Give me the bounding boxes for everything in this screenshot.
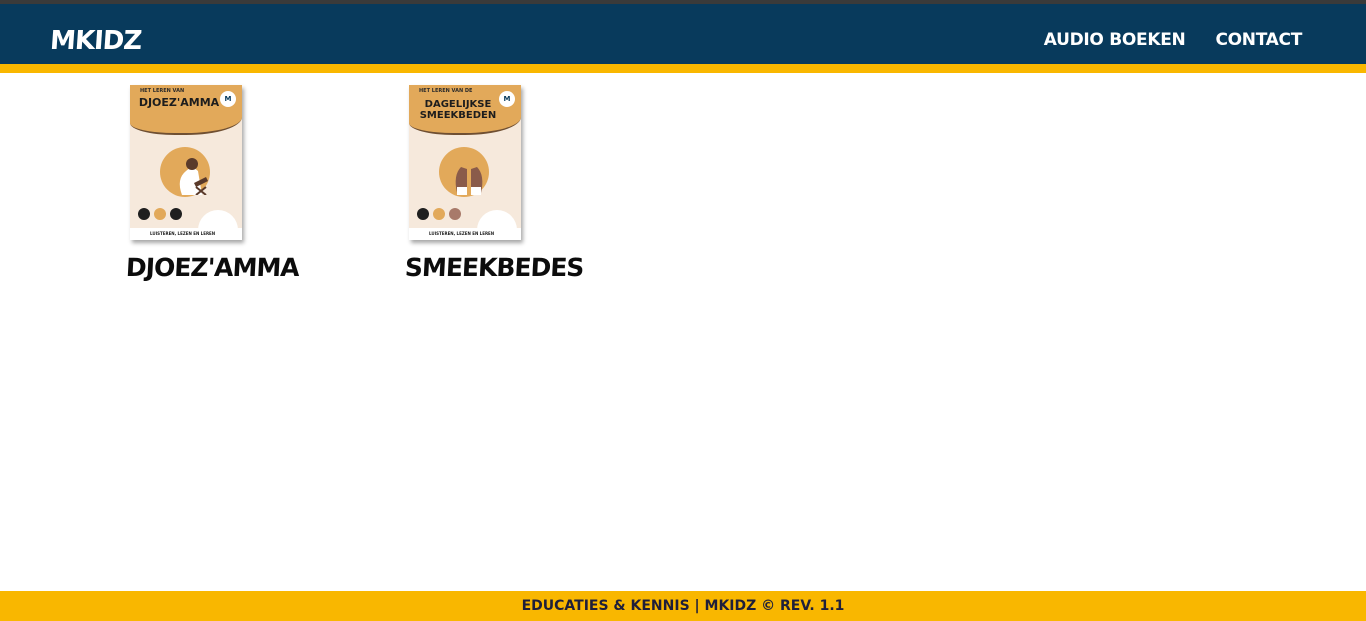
reading-figure-icon xyxy=(179,158,208,195)
book-cover[interactable]: HET LEREN VAN DJOEZ'AMMA M LUISTEREN, LE… xyxy=(130,85,242,240)
header-accent-stripe xyxy=(0,64,1366,73)
book-title[interactable]: DJOEZ'AMMA xyxy=(125,253,321,282)
mkidz-logo-icon: M xyxy=(220,91,236,107)
cover-badges xyxy=(138,208,182,220)
book-title[interactable]: SMEEKBEDES xyxy=(404,253,600,282)
cover-footer: LUISTEREN, LEZEN EN LEREN xyxy=(409,228,521,240)
praying-hands-icon xyxy=(455,167,483,195)
site-logo[interactable]: MKIDZ xyxy=(49,26,142,56)
cover-title: DAGELIJKSE SMEEKBEDEN xyxy=(419,99,497,121)
footer-text: EDUCATIES & KENNIS | MKIDZ © REV. 1.1 xyxy=(521,598,845,614)
main-nav: AUDIO BOEKEN CONTACT xyxy=(1044,30,1303,50)
book-cover[interactable]: HET LEREN VAN DE DAGELIJKSE SMEEKBEDEN M… xyxy=(409,85,521,240)
book-card-smeekbedes[interactable]: HET LEREN VAN DE DAGELIJKSE SMEEKBEDEN M… xyxy=(404,85,599,282)
mkidz-logo-icon: M xyxy=(499,91,515,107)
cover-subtitle: HET LEREN VAN DE xyxy=(419,88,473,94)
cover-badges xyxy=(417,208,461,220)
site-header: MKIDZ AUDIO BOEKEN CONTACT xyxy=(0,4,1366,64)
nav-contact[interactable]: CONTACT xyxy=(1215,30,1302,50)
book-card-djoez-amma[interactable]: HET LEREN VAN DJOEZ'AMMA M LUISTEREN, LE… xyxy=(125,85,320,282)
nav-audio-boeken[interactable]: AUDIO BOEKEN xyxy=(1044,30,1186,50)
cover-footer: LUISTEREN, LEZEN EN LEREN xyxy=(130,228,242,240)
site-footer: EDUCATIES & KENNIS | MKIDZ © REV. 1.1 xyxy=(0,591,1366,621)
cover-title: DJOEZ'AMMA xyxy=(138,96,220,109)
cover-subtitle: HET LEREN VAN xyxy=(140,88,185,94)
